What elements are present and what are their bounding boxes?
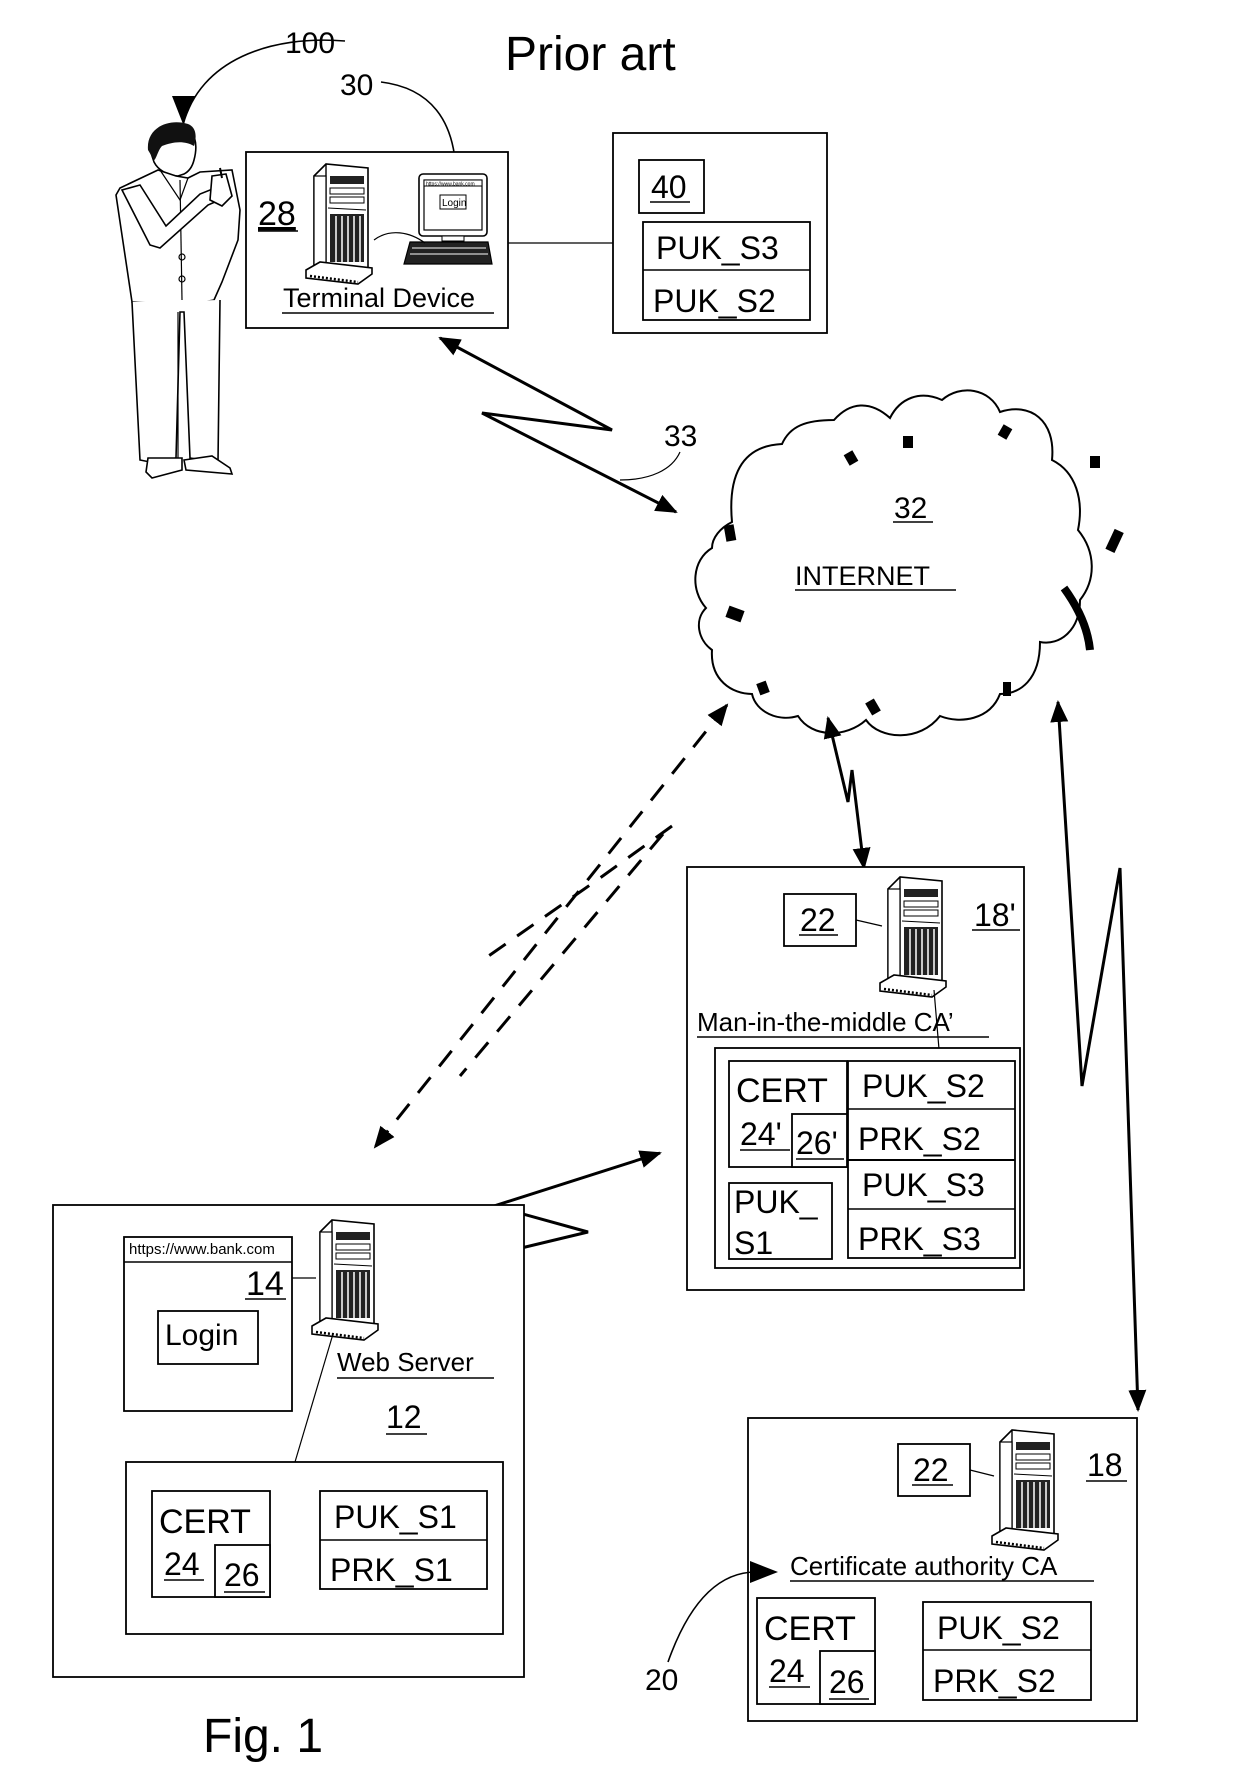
mitm-tower-icon [878, 875, 948, 999]
mitm-key-row: PRK_S2 [858, 1121, 981, 1157]
ca-key-row: PRK_S2 [933, 1663, 1056, 1699]
keystore-40[interactable]: 40 PUK_S3 PUK_S2 [612, 132, 828, 334]
figure-caption: Fig. 1 [203, 1710, 323, 1763]
ca-ref-leader [667, 1571, 757, 1663]
keyboard-icon [403, 241, 493, 265]
monitor-icon: https://www.bank.com Login [418, 173, 488, 242]
mitm-key-row: PUK_S3 [862, 1167, 985, 1203]
web-key-row: PRK_S1 [330, 1552, 453, 1588]
browser-ref-label: 30 [340, 69, 373, 102]
ca-key-row: PUK_S2 [937, 1610, 1060, 1646]
internet-cloud[interactable]: 32 INTERNET [694, 389, 1124, 737]
login-button-label: Login [165, 1319, 238, 1352]
mitm-label: Man-in-the-middle CA’ [697, 1007, 954, 1037]
ca-module-ref: 22 [913, 1452, 949, 1488]
ca-tower-icon [990, 1428, 1060, 1552]
dashed-link-internet-webserver [373, 703, 729, 1149]
mitm-ref: 18' [974, 897, 1016, 933]
link-internet-mitm [823, 716, 871, 870]
terminal-tower-icon [304, 162, 374, 286]
internet-ref: 32 [894, 492, 927, 525]
dashed-link-mitm-1 [479, 824, 673, 964]
terminal-ref: 28 [258, 195, 296, 233]
web-page-ref: 14 [246, 1265, 284, 1303]
wireless-link-ref: 33 [664, 420, 697, 453]
wireless-link-33 [438, 336, 678, 514]
web-cert-label: CERT [159, 1503, 251, 1541]
certificate-authority[interactable]: 22 18 Certificate authority CA CERT 24 2… [747, 1417, 1138, 1722]
web-server-tower-icon [310, 1218, 380, 1342]
web-server-ref: 12 [386, 1399, 422, 1435]
mitm-ca[interactable]: 22 18' Man-in-the-middle CA’ CERT 24' 26… [686, 866, 1025, 1291]
terminal-label: Terminal Device [283, 283, 475, 313]
mitm-module-ref: 22 [800, 902, 836, 938]
keystore-row: PUK_S3 [656, 230, 779, 266]
patent-diagram: Prior art 100 30 28 https://www.bank.com… [52, 27, 1147, 1763]
mitm-key-row: PRK_S3 [858, 1221, 981, 1257]
ca-cert-ref: 24 [769, 1653, 805, 1689]
keystore-ref: 40 [651, 169, 687, 205]
mitm-puk-s1-line1: PUK_ [734, 1184, 819, 1220]
web-sig-ref: 26 [224, 1557, 260, 1593]
ca-ref: 18 [1087, 1447, 1123, 1483]
web-page-url: https://www.bank.com [129, 1241, 275, 1258]
mitm-cert-ref: 24' [740, 1116, 782, 1152]
keystore-row: PUK_S2 [653, 283, 776, 319]
wireless-link-leader [619, 451, 681, 481]
mitm-puk-s1-line2: S1 [734, 1225, 773, 1261]
terminal-device[interactable]: 28 https://www.bank.com Login Terminal D… [245, 151, 509, 329]
user-ref-arrowhead [172, 96, 195, 124]
web-cert-ref: 24 [164, 1546, 200, 1582]
ca-sig-ref: 26 [829, 1664, 865, 1700]
ca-label: Certificate authority CA [790, 1551, 1058, 1581]
mitm-key-row: PUK_S2 [862, 1068, 985, 1104]
web-server-label: Web Server [337, 1347, 474, 1377]
internet-label: INTERNET [795, 561, 930, 591]
web-key-row: PUK_S1 [334, 1499, 457, 1535]
user-ref-label: 100 [285, 27, 335, 60]
web-server[interactable]: https://www.bank.com 14 Login Web Server… [52, 1204, 525, 1678]
mitm-sig-ref: 26' [796, 1125, 838, 1161]
ca-pointer-label: 20 [645, 1664, 678, 1697]
terminal-screen-login: Login [442, 198, 466, 209]
terminal-screen-url: https://www.bank.com [426, 182, 475, 188]
ca-cert-label: CERT [764, 1610, 856, 1648]
figure-heading: Prior art [505, 28, 676, 81]
mitm-cert-label: CERT [736, 1072, 828, 1110]
link-internet-ca [1050, 700, 1147, 1412]
